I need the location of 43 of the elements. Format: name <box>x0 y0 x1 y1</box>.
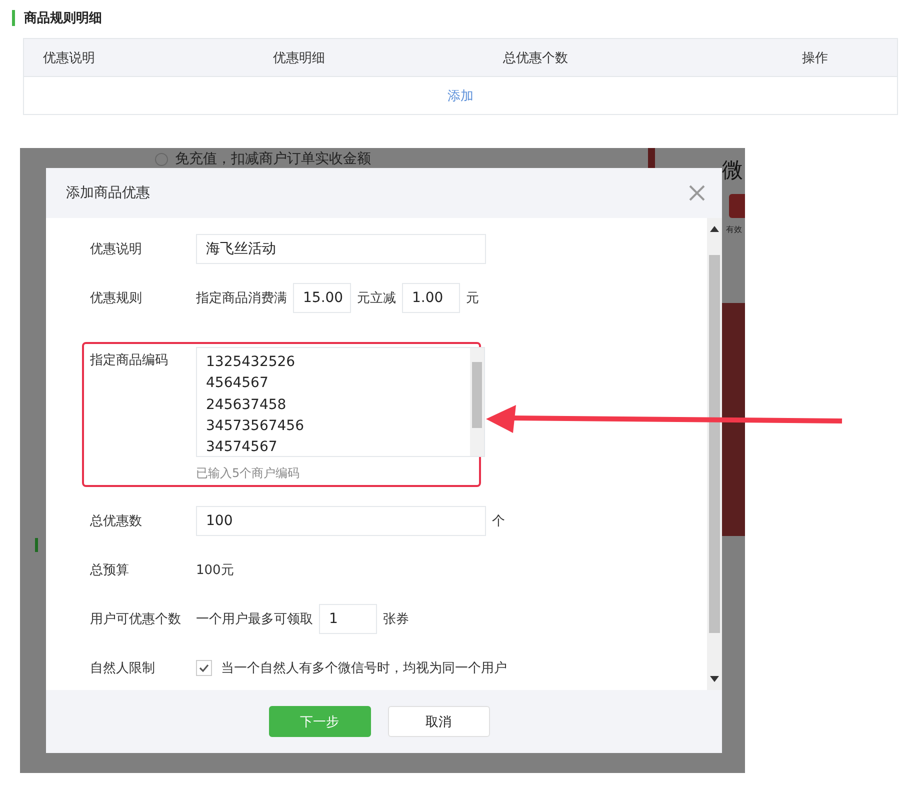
input-field[interactable]: 15.00 <box>293 283 351 313</box>
radio-label: 免充值，扣减商户订单实收金额 <box>175 150 371 168</box>
hint-text: 已输入5个商户编码 <box>196 465 301 482</box>
section-title: 商品规则明细 <box>24 10 102 27</box>
unit-label: 元 <box>466 290 479 307</box>
rule-text: 指定商品消费满 <box>196 290 287 307</box>
column-header: 总优惠个数 <box>502 50 569 66</box>
radio-button[interactable] <box>155 152 168 166</box>
checkbox[interactable] <box>196 660 212 676</box>
field-label: 优惠规则 <box>90 290 143 307</box>
close-icon[interactable] <box>688 184 706 202</box>
scrollbar[interactable] <box>470 348 484 456</box>
limit-text: 一个用户最多可领取 <box>196 611 313 628</box>
cancel-button[interactable]: 取消 <box>388 706 490 737</box>
input-field[interactable]: 1 <box>319 604 377 634</box>
column-header: 优惠明细 <box>272 50 326 66</box>
panel-strip <box>648 148 655 168</box>
field-label: 用户可优惠个数 <box>90 611 182 628</box>
input-field[interactable]: 1.00 <box>402 283 460 313</box>
panel-title: 微 <box>722 157 743 184</box>
scroll-up-icon[interactable] <box>710 226 719 232</box>
input-field[interactable]: 海飞丝活动 <box>196 234 486 264</box>
panel-note: 有效 <box>726 224 742 235</box>
field-label: 优惠说明 <box>90 241 143 258</box>
column-header: 优惠说明 <box>42 50 96 66</box>
code-list-field[interactable]: 1325432526 4564567 245637458 34573567456 34574567 <box>196 347 485 457</box>
section-marker <box>12 10 15 26</box>
unit-label: 张券 <box>383 611 409 628</box>
column-header: 操作 <box>801 50 829 66</box>
field-label: 总优惠数 <box>90 513 143 530</box>
field-label: 自然人限制 <box>90 660 156 677</box>
dialog-title: 添加商品优惠 <box>66 184 150 202</box>
check-icon <box>199 663 209 673</box>
scrollbar[interactable] <box>707 218 722 690</box>
unit-label: 个 <box>492 513 505 530</box>
rule-text: 元立减 <box>357 290 396 307</box>
section-marker <box>35 538 38 552</box>
scroll-down-icon[interactable] <box>710 676 719 682</box>
value-text: 100元 <box>196 562 234 579</box>
field-label: 总预算 <box>90 562 130 579</box>
input-field[interactable]: 100 <box>196 506 486 536</box>
field-label: 指定商品编码 <box>90 352 169 369</box>
checkbox-label: 当一个自然人有多个微信号时，均视为同一个用户 <box>221 660 507 677</box>
